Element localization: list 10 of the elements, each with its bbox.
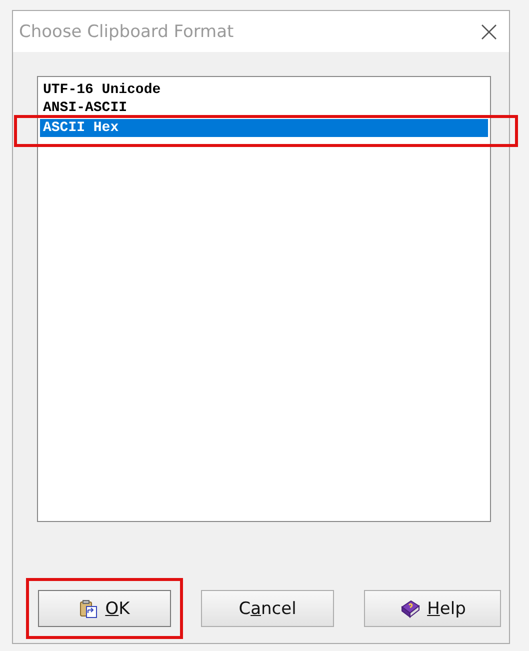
help-button[interactable]: Help (364, 590, 501, 627)
ok-button[interactable]: OK (38, 590, 171, 627)
list-item[interactable]: ANSI-ASCII (40, 99, 488, 117)
book-icon (399, 598, 422, 618)
close-icon[interactable] (479, 22, 499, 42)
list-item[interactable]: ASCII Hex (40, 119, 488, 137)
list-item[interactable]: UTF-16 Unicode (40, 81, 488, 99)
paste-icon (79, 598, 100, 618)
cancel-button[interactable]: Cancel (201, 590, 334, 627)
window-title: Choose Clipboard Format (19, 22, 234, 42)
